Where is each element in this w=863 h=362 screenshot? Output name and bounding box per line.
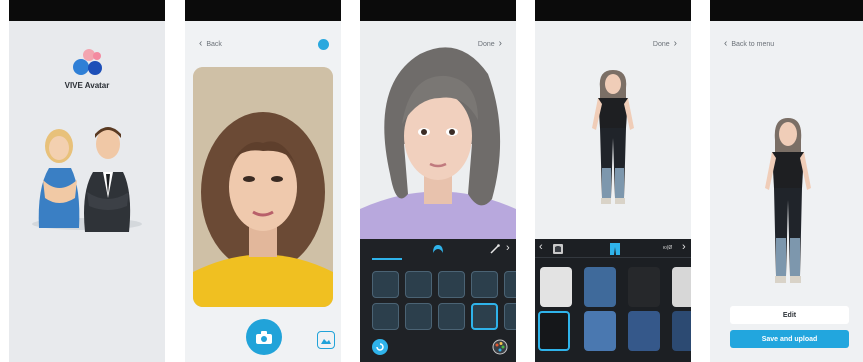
- hair-tile[interactable]: [471, 271, 498, 298]
- face-photo: [193, 67, 333, 307]
- welcome-illustration: [32, 127, 142, 232]
- chevron-right-icon[interactable]: ›: [682, 242, 686, 253]
- back-chevron-icon: ‹: [724, 38, 728, 49]
- edit-button[interactable]: Edit: [730, 306, 849, 324]
- hair-tile[interactable]: [438, 271, 465, 298]
- panel-divider: [535, 257, 691, 258]
- category-label: ю(Ø: [663, 245, 673, 251]
- status-bar: [9, 0, 165, 21]
- pants-tile[interactable]: [672, 311, 691, 351]
- top-bar: ‹ Back to menu: [710, 36, 863, 54]
- hair-editor-screen: Done › ›: [360, 0, 516, 362]
- back-chevron-icon: ‹: [199, 38, 203, 49]
- chevron-left-icon[interactable]: ‹: [539, 242, 543, 253]
- pants-tile-selected[interactable]: [538, 311, 570, 351]
- pants-tile[interactable]: [584, 267, 616, 307]
- welcome-screen: VIVE Avatar: [9, 0, 165, 362]
- done-label: Done: [652, 40, 670, 48]
- shirt-category-icon[interactable]: [553, 244, 563, 254]
- hair-tile-selected[interactable]: [471, 303, 498, 330]
- hair-tile[interactable]: [504, 271, 516, 298]
- brush-icon[interactable]: [490, 244, 500, 254]
- pants-tile[interactable]: [628, 267, 660, 307]
- outfit-panel: ‹ ю(Ø ›: [535, 239, 691, 362]
- status-bar: [710, 0, 863, 21]
- hair-tile[interactable]: [504, 303, 516, 330]
- save-and-upload-button[interactable]: Save and upload: [730, 330, 849, 348]
- back-to-menu-button[interactable]: ‹ Back to menu: [724, 38, 775, 49]
- outfit-editor-screen: Done › ‹ ю(Ø ›: [535, 0, 691, 362]
- camera-icon: [256, 330, 272, 344]
- vive-avatar-logo: [73, 49, 102, 75]
- status-bar: [185, 0, 341, 21]
- avatar-full-body-preview: [592, 70, 634, 204]
- active-tab-indicator: [372, 258, 402, 260]
- gallery-icon: [321, 339, 331, 344]
- edit-label: Edit: [782, 311, 797, 319]
- hair-tile[interactable]: [372, 303, 399, 330]
- color-palette-icon[interactable]: [492, 339, 508, 355]
- avatar-head-preview: [360, 47, 516, 239]
- hair-style-panel: ›: [360, 239, 516, 362]
- pants-tile[interactable]: [540, 267, 572, 307]
- hair-tile[interactable]: [405, 303, 432, 330]
- hair-tile[interactable]: [405, 271, 432, 298]
- back-label: Back to menu: [731, 40, 775, 48]
- save-label: Save and upload: [761, 335, 818, 343]
- chevron-right-icon: ›: [673, 38, 677, 49]
- status-bar: [535, 0, 691, 21]
- avatar-full-body-final: [765, 118, 811, 283]
- status-bar: [360, 0, 516, 21]
- back-button[interactable]: ‹ Back: [199, 38, 222, 49]
- camera-preview: [193, 67, 333, 307]
- top-bar: Done ›: [535, 36, 691, 54]
- hair-category-icon[interactable]: [433, 245, 443, 253]
- gallery-button[interactable]: [317, 331, 335, 349]
- settings-dot-icon[interactable]: [318, 39, 329, 50]
- app-title: VIVE Avatar: [64, 81, 110, 90]
- hair-tile[interactable]: [438, 303, 465, 330]
- pants-category-icon[interactable]: [610, 243, 620, 255]
- capture-button[interactable]: [246, 319, 282, 355]
- chevron-right-icon[interactable]: ›: [506, 243, 510, 254]
- pants-tile[interactable]: [584, 311, 616, 351]
- finish-screen: ‹ Back to menu Edit Save and upload: [710, 0, 863, 362]
- pants-tile[interactable]: [672, 267, 691, 307]
- done-button[interactable]: Done ›: [652, 38, 677, 49]
- hair-tile[interactable]: [372, 271, 399, 298]
- back-label: Back: [206, 40, 222, 48]
- pants-tile[interactable]: [628, 311, 660, 351]
- capture-screen: ‹ Back: [185, 0, 341, 362]
- reset-icon[interactable]: [372, 339, 388, 355]
